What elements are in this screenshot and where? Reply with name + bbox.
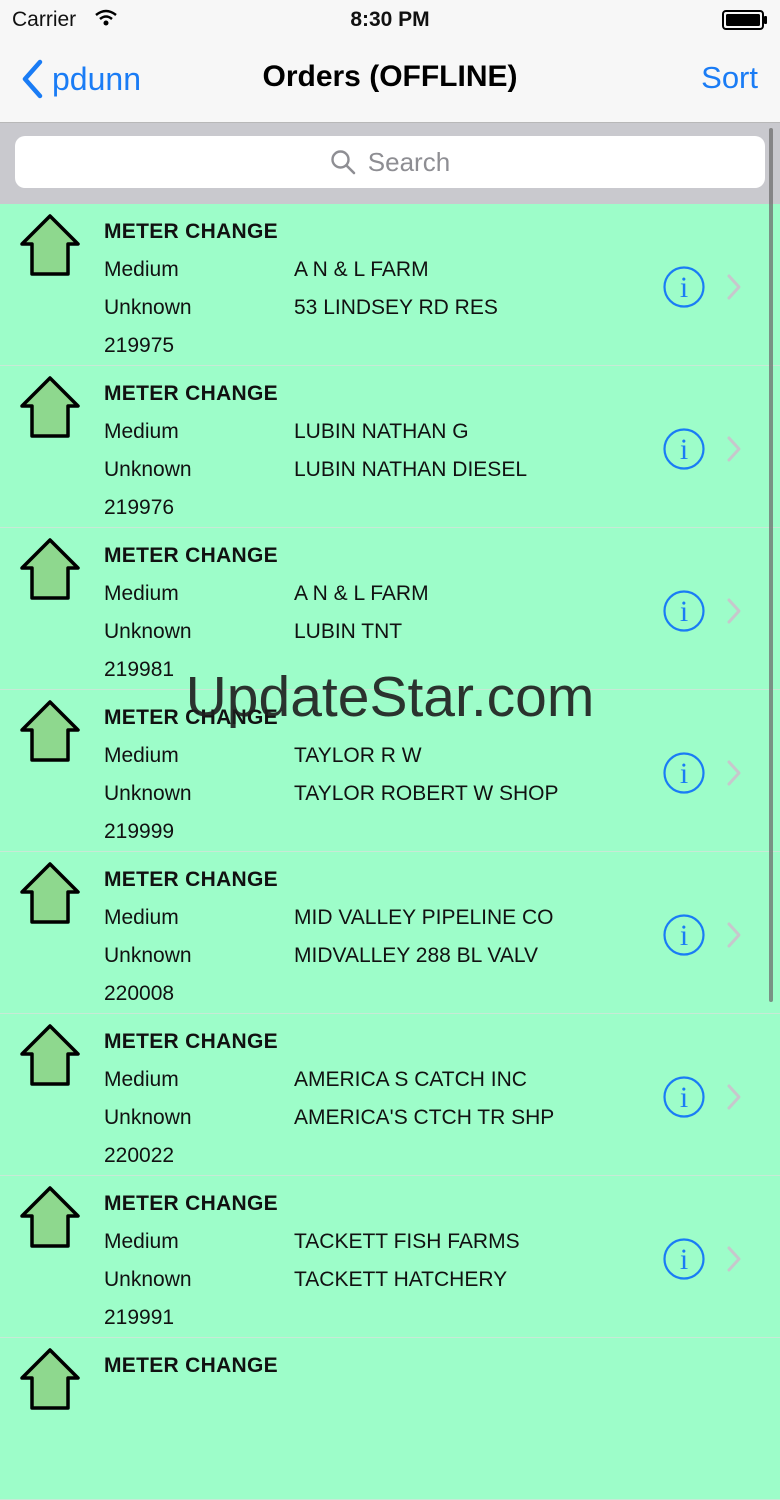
order-status: Unknown bbox=[104, 1268, 192, 1291]
order-customer: TAYLOR R W bbox=[294, 744, 422, 767]
chevron-right-icon bbox=[725, 920, 743, 955]
order-id: 219999 bbox=[104, 820, 175, 843]
order-row[interactable]: METER CHANGE bbox=[0, 1338, 780, 1500]
search-placeholder: Search bbox=[367, 146, 451, 177]
info-button[interactable]: i bbox=[662, 1237, 706, 1286]
order-row[interactable]: METER CHANGE Medium Unknown 220022 AMERICA S… bbox=[0, 1014, 780, 1176]
order-priority: Medium bbox=[104, 906, 179, 929]
order-row[interactable]: METER CHANGE Medium Unknown 220008 MID VALLE… bbox=[0, 852, 780, 1014]
order-row[interactable]: METER CHANGE Medium Unknown 219999 TAYLOR R … bbox=[0, 690, 780, 852]
info-icon: i bbox=[662, 752, 706, 799]
chevron-right-icon bbox=[725, 758, 743, 793]
order-id: 219991 bbox=[104, 1306, 175, 1329]
order-row[interactable]: METER CHANGE Medium Unknown 219976 LUBIN NAT… bbox=[0, 366, 780, 528]
order-status: Unknown bbox=[104, 296, 192, 319]
order-customer: TACKETT FISH FARMS bbox=[294, 1230, 520, 1253]
svg-text:i: i bbox=[680, 1081, 688, 1114]
info-icon: i bbox=[662, 1238, 706, 1285]
order-customer: MID VALLEY PIPELINE CO bbox=[294, 906, 554, 929]
chevron-right-icon bbox=[725, 1082, 743, 1117]
order-priority: Medium bbox=[104, 1230, 179, 1253]
order-type: METER CHANGE bbox=[104, 1030, 278, 1053]
order-row[interactable]: METER CHANGE Medium Unknown 219981 A N & L F… bbox=[0, 528, 780, 690]
order-type: METER CHANGE bbox=[104, 220, 278, 243]
chevron-right-icon bbox=[725, 1244, 743, 1279]
scrollbar[interactable] bbox=[769, 128, 773, 1002]
order-type: METER CHANGE bbox=[104, 1354, 278, 1377]
order-status: Unknown bbox=[104, 782, 192, 805]
order-customer: LUBIN NATHAN G bbox=[294, 420, 469, 443]
order-location: TAYLOR ROBERT W SHOP bbox=[294, 782, 559, 805]
house-icon bbox=[18, 1022, 82, 1093]
svg-text:i: i bbox=[680, 757, 688, 790]
order-id: 219975 bbox=[104, 334, 175, 357]
svg-text:i: i bbox=[680, 595, 688, 628]
info-button[interactable]: i bbox=[662, 913, 706, 962]
orders-list: METER CHANGE Medium Unknown 219975 A N & L F… bbox=[0, 204, 780, 1500]
house-icon bbox=[18, 374, 82, 445]
chevron-right-icon bbox=[725, 272, 743, 307]
svg-text:i: i bbox=[680, 271, 688, 304]
status-time: 8:30 PM bbox=[350, 8, 430, 31]
sort-button[interactable]: Sort bbox=[701, 60, 758, 96]
info-button[interactable]: i bbox=[662, 589, 706, 638]
order-location: LUBIN NATHAN DIESEL bbox=[294, 458, 527, 481]
order-id: 219981 bbox=[104, 658, 175, 681]
search-icon bbox=[331, 150, 356, 175]
order-type: METER CHANGE bbox=[104, 868, 278, 891]
order-row[interactable]: METER CHANGE Medium Unknown 219975 A N & L F… bbox=[0, 204, 780, 366]
info-button[interactable]: i bbox=[662, 265, 706, 314]
order-priority: Medium bbox=[104, 1068, 179, 1091]
house-icon bbox=[18, 698, 82, 769]
order-status: Unknown bbox=[104, 620, 192, 643]
chevron-right-icon bbox=[725, 434, 743, 469]
order-customer: A N & L FARM bbox=[294, 258, 429, 281]
page-title: Orders (OFFLINE) bbox=[262, 60, 518, 93]
order-priority: Medium bbox=[104, 582, 179, 605]
search-bar: Search bbox=[0, 123, 780, 204]
order-status: Unknown bbox=[104, 1106, 192, 1129]
order-location: LUBIN TNT bbox=[294, 620, 403, 643]
house-icon bbox=[18, 1346, 82, 1417]
info-button[interactable]: i bbox=[662, 1075, 706, 1124]
order-id: 219976 bbox=[104, 496, 175, 519]
order-type: METER CHANGE bbox=[104, 544, 278, 567]
info-icon: i bbox=[662, 1076, 706, 1123]
order-type: METER CHANGE bbox=[104, 1192, 278, 1215]
house-icon bbox=[18, 1184, 82, 1255]
house-icon bbox=[18, 212, 82, 283]
order-location: TACKETT HATCHERY bbox=[294, 1268, 508, 1291]
order-row[interactable]: METER CHANGE Medium Unknown 219991 TACKETT F… bbox=[0, 1176, 780, 1338]
order-id: 220008 bbox=[104, 982, 175, 1005]
order-priority: Medium bbox=[104, 258, 179, 281]
order-location: AMERICA'S CTCH TR SHP bbox=[294, 1106, 555, 1129]
order-type: METER CHANGE bbox=[104, 706, 278, 729]
order-status: Unknown bbox=[104, 944, 192, 967]
order-priority: Medium bbox=[104, 744, 179, 767]
order-customer: AMERICA S CATCH INC bbox=[294, 1068, 527, 1091]
status-bar: Carrier 8:30 PM bbox=[0, 0, 780, 40]
chevron-right-icon bbox=[725, 596, 743, 631]
house-icon bbox=[18, 860, 82, 931]
order-location: MIDVALLEY 288 BL VALV bbox=[294, 944, 538, 967]
search-input[interactable]: Search bbox=[15, 136, 765, 188]
navigation-bar: pdunn Orders (OFFLINE) Sort bbox=[0, 40, 780, 123]
order-status: Unknown bbox=[104, 458, 192, 481]
battery-icon bbox=[722, 10, 768, 36]
house-icon bbox=[18, 536, 82, 607]
order-customer: A N & L FARM bbox=[294, 582, 429, 605]
order-location: 53 LINDSEY RD RES bbox=[294, 296, 498, 319]
svg-text:i: i bbox=[680, 919, 688, 952]
info-icon: i bbox=[662, 266, 706, 313]
order-priority: Medium bbox=[104, 420, 179, 443]
svg-text:i: i bbox=[680, 1243, 688, 1276]
svg-text:i: i bbox=[680, 433, 688, 466]
info-icon: i bbox=[662, 914, 706, 961]
info-button[interactable]: i bbox=[662, 427, 706, 476]
info-icon: i bbox=[662, 428, 706, 475]
order-type: METER CHANGE bbox=[104, 382, 278, 405]
info-icon: i bbox=[662, 590, 706, 637]
order-id: 220022 bbox=[104, 1144, 175, 1167]
info-button[interactable]: i bbox=[662, 751, 706, 800]
